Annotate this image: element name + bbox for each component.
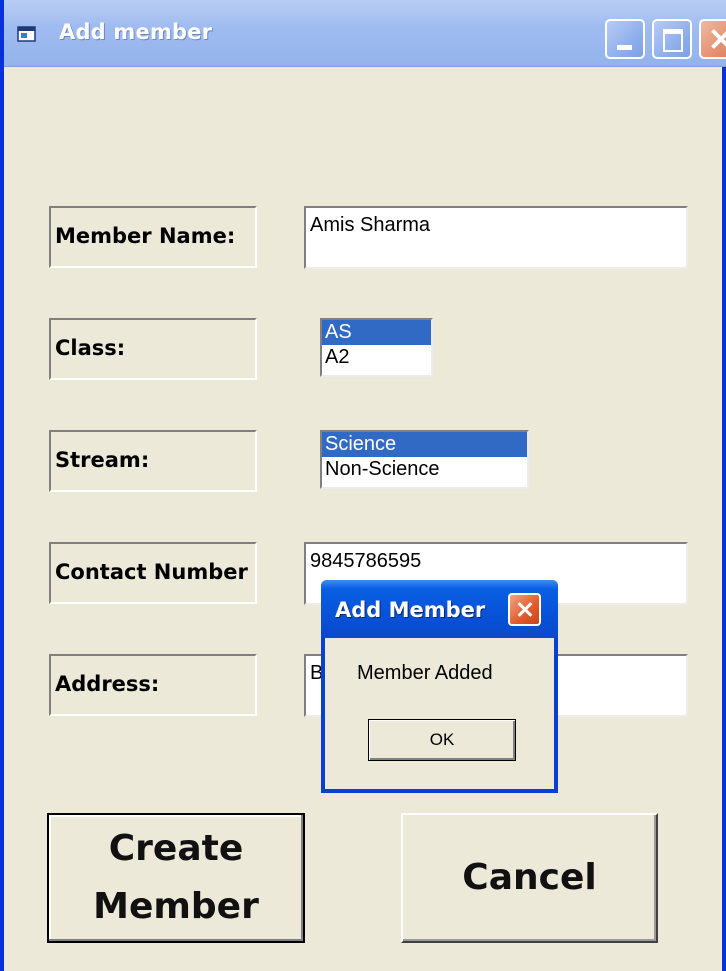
create-member-button[interactable]: Create Member (47, 813, 305, 943)
add-member-window: Add member Member Name: Amis Sharma Clas… (0, 0, 726, 971)
cancel-button[interactable]: Cancel (401, 813, 658, 943)
dialog-ok-button[interactable]: OK (368, 719, 516, 761)
close-button[interactable] (699, 19, 726, 59)
dialog-titlebar[interactable]: Add Member (321, 580, 558, 638)
member-name-label: Member Name: (49, 206, 257, 268)
stream-option-science[interactable]: Science (322, 432, 527, 457)
address-label: Address: (49, 654, 257, 716)
stream-listbox[interactable]: Science Non-Science (320, 430, 529, 489)
window-titlebar[interactable]: Add member (4, 0, 726, 67)
dialog-title: Add Member (335, 598, 486, 622)
stream-label-text: Stream: (55, 448, 150, 472)
class-option-as[interactable]: AS (322, 320, 431, 345)
class-option-a2[interactable]: A2 (322, 345, 431, 370)
create-member-button-line2: Member (93, 886, 259, 927)
window-title: Add member (59, 20, 213, 44)
member-name-label-text: Member Name: (55, 224, 236, 248)
stream-option-non-science[interactable]: Non-Science (322, 457, 527, 482)
member-added-dialog: Add Member Member Added OK (321, 580, 558, 793)
app-icon (17, 26, 36, 42)
maximize-button[interactable] (652, 19, 692, 59)
member-name-field[interactable]: Amis Sharma (304, 206, 688, 269)
minimize-button[interactable] (605, 19, 645, 59)
contact-number-label: Contact Number (49, 542, 257, 604)
create-member-button-line1: Create (108, 828, 244, 869)
stream-label: Stream: (49, 430, 257, 492)
address-label-text: Address: (55, 672, 160, 696)
class-label-text: Class: (55, 336, 126, 360)
dialog-message: Member Added (357, 662, 493, 684)
class-listbox[interactable]: AS A2 (320, 318, 433, 377)
dialog-close-icon[interactable] (508, 593, 541, 626)
class-label: Class: (49, 318, 257, 380)
contact-number-label-text: Contact Number (55, 560, 248, 584)
